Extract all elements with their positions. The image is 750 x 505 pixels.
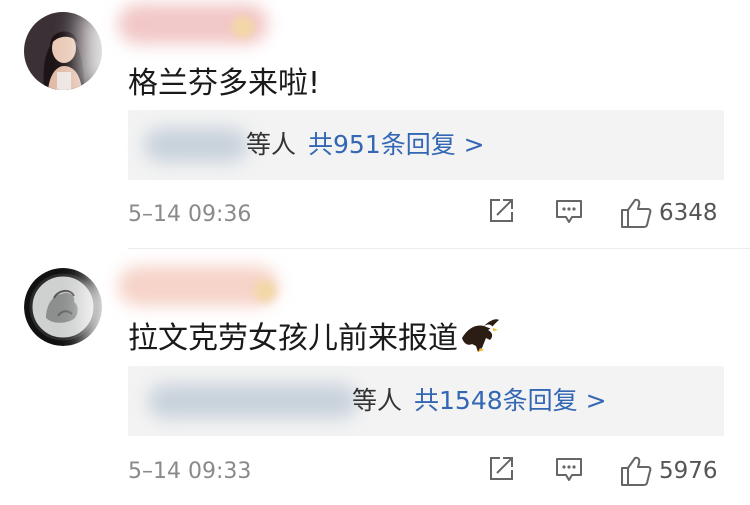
comment-text: 格兰芬多来啦! [128, 66, 321, 101]
share-button[interactable] [486, 196, 516, 226]
replier-names-redacted [144, 128, 248, 162]
like-count: 5976 [659, 458, 718, 484]
eagle-emoji-icon [460, 318, 500, 362]
timestamp: 5–14 09:36 [128, 202, 252, 227]
comment-icon [556, 458, 582, 481]
thumbs-up-icon [621, 456, 652, 486]
like-count: 6348 [659, 200, 718, 226]
share-icon [490, 199, 513, 222]
verified-badge-icon [232, 16, 254, 38]
comment-button[interactable] [554, 454, 584, 484]
verified-badge-icon [254, 280, 276, 302]
replier-names-redacted [148, 384, 358, 418]
timestamp: 5–14 09:33 [128, 459, 252, 484]
like-button[interactable]: 6348 [619, 196, 718, 230]
reply-count-link[interactable]: 共1548条回复 > [414, 386, 607, 415]
comment-text-container: 拉文克劳女孩儿前来报道 [128, 313, 500, 362]
reply-who-suffix: 等人 [246, 130, 297, 159]
comment-item: 格兰芬多来啦! 等人 共951条回复 > 5–14 09:36 6348 [0, 0, 750, 250]
reply-count-link[interactable]: 共951条回复 > [308, 130, 485, 159]
reply-who-suffix: 等人 [352, 386, 403, 415]
reply-summary[interactable]: 等人 共1548条回复 > [128, 366, 724, 436]
comment-button[interactable] [554, 196, 584, 226]
comment-icon [556, 200, 582, 223]
reply-summary[interactable]: 等人 共951条回复 > [128, 110, 724, 180]
share-icon [490, 457, 513, 480]
comment-divider [128, 248, 750, 249]
comment-item: 拉文克劳女孩儿前来报道 等人 共1548条回复 > 5–14 09:33 597… [0, 252, 750, 505]
share-button[interactable] [486, 454, 516, 484]
thumbs-up-icon [621, 198, 652, 228]
reply-summary-line: 等人 共951条回复 > [246, 128, 485, 162]
like-button[interactable]: 5976 [619, 454, 718, 488]
comment-text: 拉文克劳女孩儿前来报道 [128, 321, 458, 356]
reply-summary-line: 等人 共1548条回复 > [352, 384, 607, 418]
